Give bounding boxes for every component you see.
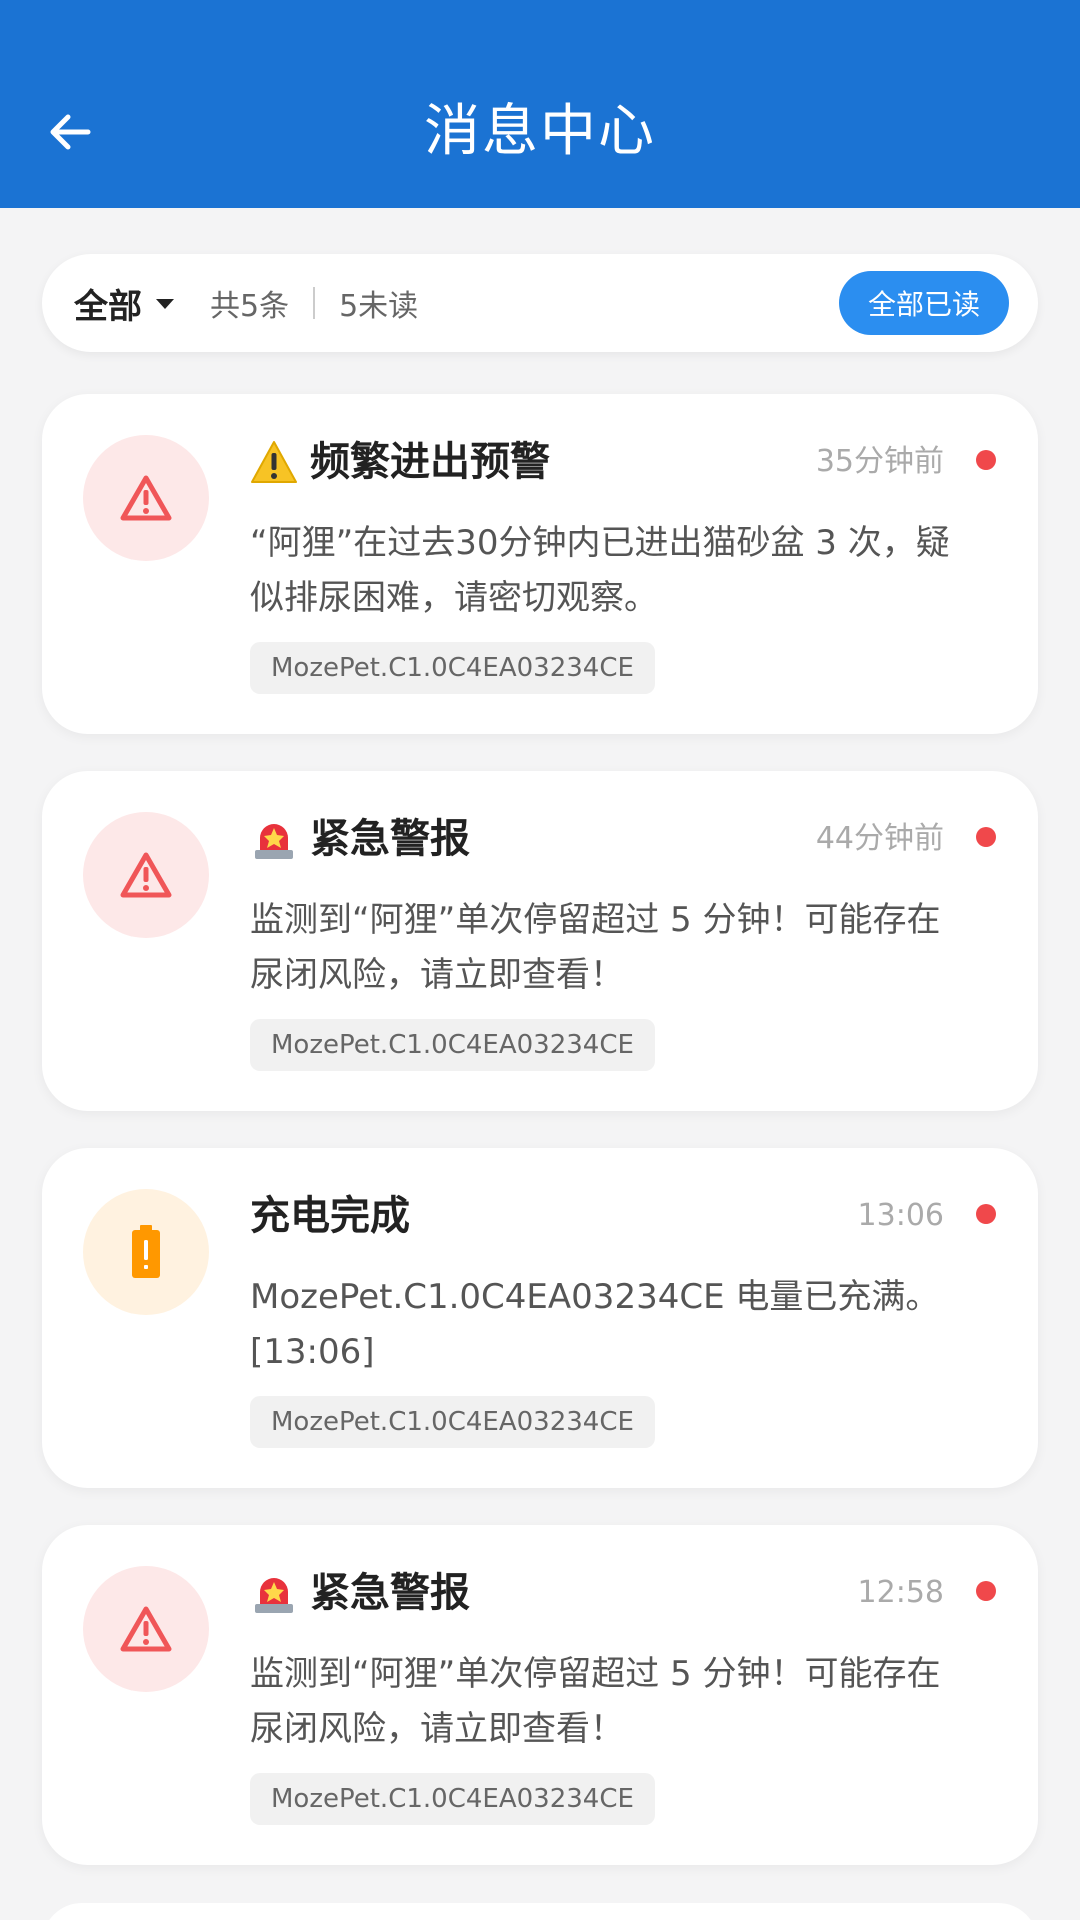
message-title: 紧急警报: [250, 1563, 810, 1623]
message-title: 频繁进出预警: [250, 432, 810, 492]
message-body: MozePet.C1.0C4EA03234CE 电量已充满。 [13:06]: [250, 1277, 940, 1372]
message-body: 监测到“阿狸”单次停留超过 5 分钟！可能存在尿闭风险，请立即查看！: [250, 900, 941, 995]
count-divider: [313, 287, 316, 319]
message-title: 紧急警报: [250, 809, 810, 869]
message-card-partial[interactable]: [42, 1903, 1038, 1920]
warning-triangle-icon: [120, 852, 172, 898]
message-type-badge: [83, 435, 209, 561]
mark-all-read-button[interactable]: 全部已读: [839, 271, 1009, 335]
unread-dot: [976, 1581, 996, 1601]
warning-triangle-icon: [120, 1606, 172, 1652]
message-time: 13:06: [857, 1198, 944, 1233]
siren-emoji: [250, 816, 298, 862]
message-title: 充电完成: [250, 1186, 810, 1246]
message-card[interactable]: 紧急警报 12:58 监测到“阿狸”单次停留超过 5 分钟！可能存在尿闭风险，请…: [42, 1525, 1038, 1865]
message-body: 监测到“阿狸”单次停留超过 5 分钟！可能存在尿闭风险，请立即查看！: [250, 1654, 941, 1749]
caret-down-icon: [156, 299, 174, 309]
unread-dot: [976, 1204, 996, 1224]
filter-dropdown[interactable]: 全部: [74, 254, 174, 352]
message-time: 44分钟前: [815, 821, 944, 856]
unread-dot: [976, 827, 996, 847]
total-count: 共5条: [210, 289, 290, 324]
message-card[interactable]: 紧急警报 44分钟前 监测到“阿狸”单次停留超过 5 分钟！可能存在尿闭风险，请…: [42, 771, 1038, 1111]
message-body: “阿狸”在过去30分钟内已进出猫砂盆 3 次，疑似排尿困难，请密切观察。: [250, 523, 950, 618]
device-tag: MozePet.C1.0C4EA03234CE: [250, 1019, 655, 1071]
filter-bar: 全部 共5条 5未读 全部已读: [42, 254, 1038, 352]
message-type-badge: [83, 1189, 209, 1315]
device-tag: MozePet.C1.0C4EA03234CE: [250, 642, 655, 694]
message-card[interactable]: 充电完成 13:06 MozePet.C1.0C4EA03234CE 电量已充满…: [42, 1148, 1038, 1488]
unread-dot: [976, 450, 996, 470]
unread-count: 5未读: [339, 289, 419, 324]
message-title-text: 紧急警报: [310, 816, 470, 862]
message-type-badge: [83, 1566, 209, 1692]
message-time: 35分钟前: [815, 444, 944, 479]
warning-triangle-icon: [120, 475, 172, 521]
message-title-text: 频繁进出预警: [310, 439, 550, 485]
page-title: 消息中心: [424, 99, 656, 164]
message-card[interactable]: 频繁进出预警 35分钟前 “阿狸”在过去30分钟内已进出猫砂盆 3 次，疑似排尿…: [42, 394, 1038, 734]
message-title-text: 紧急警报: [310, 1570, 470, 1616]
message-type-badge: [83, 812, 209, 938]
message-counts: 共5条 5未读: [210, 254, 418, 352]
siren-emoji: [250, 1570, 298, 1616]
message-title-text: 充电完成: [250, 1193, 410, 1239]
filter-selected-label: 全部: [74, 286, 142, 327]
message-center-page: 消息中心 全部 共5条 5未读 全部已读 频繁进出预警 35分钟前 “阿狸”在过…: [0, 0, 1080, 1920]
message-time: 12:58: [857, 1575, 944, 1610]
device-tag: MozePet.C1.0C4EA03234CE: [250, 1396, 655, 1448]
battery-alert-icon: [132, 1225, 160, 1278]
header-bar: 消息中心: [0, 0, 1080, 208]
device-tag: MozePet.C1.0C4EA03234CE: [250, 1773, 655, 1825]
warning-emoji: [250, 440, 298, 484]
